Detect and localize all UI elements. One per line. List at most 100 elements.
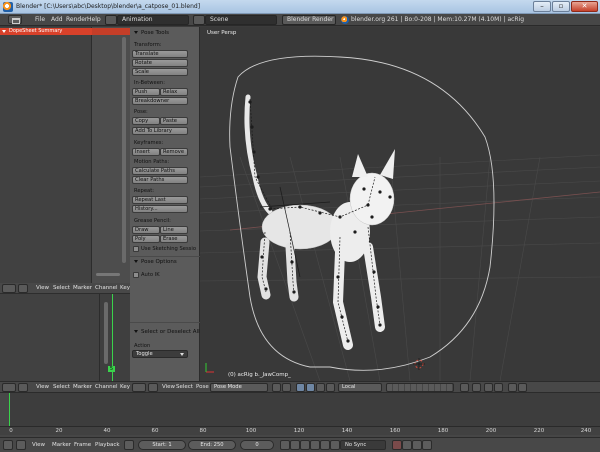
add-to-library-button[interactable]: Add To Library [132, 127, 188, 135]
graph-channel-list[interactable] [0, 294, 100, 381]
scale-manipulator-button[interactable] [326, 383, 335, 392]
calculate-paths-button[interactable]: Calculate Paths [132, 167, 188, 175]
menu-toggle-button[interactable] [18, 284, 28, 293]
timeline-ruler[interactable]: 0 20 40 60 80 100 120 140 160 180 200 22… [0, 426, 600, 435]
mode-select[interactable]: Pose Mode [210, 383, 268, 392]
action-select[interactable]: Toggle [132, 350, 188, 358]
menu-select[interactable]: Select [53, 384, 70, 390]
snap-element-button[interactable] [494, 383, 503, 392]
remove-keyframe-button[interactable]: Remove [160, 148, 188, 156]
menu-add[interactable]: Add [51, 16, 63, 23]
menu-help[interactable]: Help [87, 16, 101, 23]
translate-button[interactable]: Translate [132, 50, 188, 58]
close-button[interactable]: ✕ [571, 1, 598, 12]
lower-dopesheet-editor[interactable]: View Select Marker Channel Key 5 [0, 283, 130, 381]
editor-type-button[interactable] [2, 383, 16, 392]
editor-type-button[interactable] [3, 440, 13, 450]
panel-pose-tools[interactable]: Pose Tools [134, 30, 169, 36]
menu-marker[interactable]: Marker [73, 384, 92, 390]
scene-icon[interactable] [193, 15, 205, 25]
dopesheet-channel-list[interactable]: DopeSheet Summary 5 [0, 27, 99, 283]
lock-layer-button[interactable] [460, 383, 469, 392]
menu-channel[interactable]: Channel [95, 384, 118, 390]
grease-line-button[interactable]: Line [160, 226, 188, 234]
insert-keyframe-button[interactable]: Insert [132, 148, 160, 156]
3d-viewport[interactable]: User Persp (0) acRig b._JawComp_ [200, 27, 600, 381]
render-animation-button[interactable] [518, 383, 527, 392]
layer-buttons[interactable] [386, 383, 454, 392]
maximize-button[interactable]: ▫ [552, 1, 570, 12]
menu-toggle-button[interactable] [148, 383, 158, 392]
orientation-select[interactable]: Local [338, 383, 382, 392]
record-button[interactable] [392, 440, 402, 450]
pivot-button[interactable] [282, 383, 291, 392]
play-reverse-button[interactable] [300, 440, 310, 450]
menu-select[interactable]: Select [176, 384, 193, 390]
dopesheet-summary-row[interactable]: DopeSheet Summary [0, 28, 92, 35]
render-engine-select[interactable]: Blender Render [282, 15, 336, 25]
menu-marker[interactable]: Marker [52, 442, 71, 448]
menu-select[interactable]: Select [53, 285, 70, 291]
panel-pose-options[interactable]: Pose Options [134, 259, 177, 265]
start-frame-field[interactable]: Start: 1 [138, 440, 186, 450]
menu-view[interactable]: View [32, 442, 45, 448]
graph-area[interactable]: 5 [0, 294, 130, 381]
copy-button[interactable]: Copy [132, 117, 160, 125]
repeat-last-button[interactable]: Repeat Last [132, 196, 188, 204]
paste-button[interactable]: Paste [160, 117, 188, 125]
rotate-button[interactable]: Rotate [132, 59, 188, 67]
timeline-track[interactable] [9, 393, 600, 427]
menu-channel[interactable]: Channel [95, 285, 118, 291]
menu-toggle-button[interactable] [16, 440, 26, 450]
menu-render[interactable]: Render [66, 16, 87, 23]
expand-triangle-icon[interactable] [2, 30, 6, 33]
panel-select-deselect[interactable]: Select or Deselect All [134, 329, 200, 335]
render-preview-button[interactable] [508, 383, 517, 392]
dopesheet-editor[interactable]: DopeSheet Summary 5 [0, 27, 130, 283]
menu-file[interactable]: File [35, 16, 45, 23]
current-frame-field[interactable]: 0 [240, 440, 274, 450]
rotate-manipulator-button[interactable] [316, 383, 325, 392]
screen-layout-select[interactable]: Animation [117, 15, 189, 25]
menu-pose[interactable]: Pose [196, 384, 209, 390]
menu-key[interactable]: Key [120, 285, 130, 291]
timeline-editor[interactable]: 0 20 40 60 80 100 120 140 160 180 200 22… [0, 393, 600, 437]
menu-view[interactable]: View [36, 384, 49, 390]
auto-ik-checkbox[interactable] [133, 272, 139, 278]
delete-keyframe-button[interactable] [422, 440, 432, 450]
play-button[interactable] [310, 440, 320, 450]
editor-type-button[interactable] [132, 383, 146, 392]
push-button[interactable]: Push [132, 88, 160, 96]
preview-range-button[interactable] [124, 440, 134, 450]
screen-layout-icon[interactable] [105, 15, 117, 25]
menu-playback[interactable]: Playback [95, 442, 120, 448]
jump-next-key-button[interactable] [320, 440, 330, 450]
scale-button[interactable]: Scale [132, 68, 188, 76]
menu-toggle-button[interactable] [18, 383, 28, 392]
snap-button[interactable] [484, 383, 493, 392]
menu-view[interactable]: View [162, 384, 175, 390]
cat-model[interactable] [244, 94, 395, 350]
dopesheet-keyframe-area[interactable] [92, 27, 130, 283]
history-button[interactable]: History... [132, 205, 188, 213]
grease-erase-button[interactable]: Erase [160, 235, 188, 243]
end-frame-field[interactable]: End: 250 [188, 440, 236, 450]
grease-draw-button[interactable]: Draw [132, 226, 160, 234]
breakdowner-button[interactable]: Breakdowner [132, 97, 188, 105]
editor-type-button[interactable] [8, 15, 22, 24]
editor-type-button[interactable] [2, 284, 16, 293]
sync-select[interactable]: No Sync [340, 440, 386, 450]
insert-keyframe-button[interactable] [412, 440, 422, 450]
keying-set-button[interactable] [402, 440, 412, 450]
relax-button[interactable]: Relax [160, 88, 188, 96]
jump-start-button[interactable] [280, 440, 290, 450]
shading-button[interactable] [272, 383, 281, 392]
menu-marker[interactable]: Marker [73, 285, 92, 291]
graph-current-frame-indicator[interactable]: 5 [108, 366, 115, 372]
translate-manipulator-button[interactable] [306, 383, 315, 392]
menu-view[interactable]: View [36, 285, 49, 291]
horizontal-scrollbar[interactable] [96, 273, 120, 276]
graph-vertical-scrollbar[interactable] [104, 302, 108, 364]
menu-frame[interactable]: Frame [74, 442, 91, 448]
proportional-button[interactable] [472, 383, 481, 392]
